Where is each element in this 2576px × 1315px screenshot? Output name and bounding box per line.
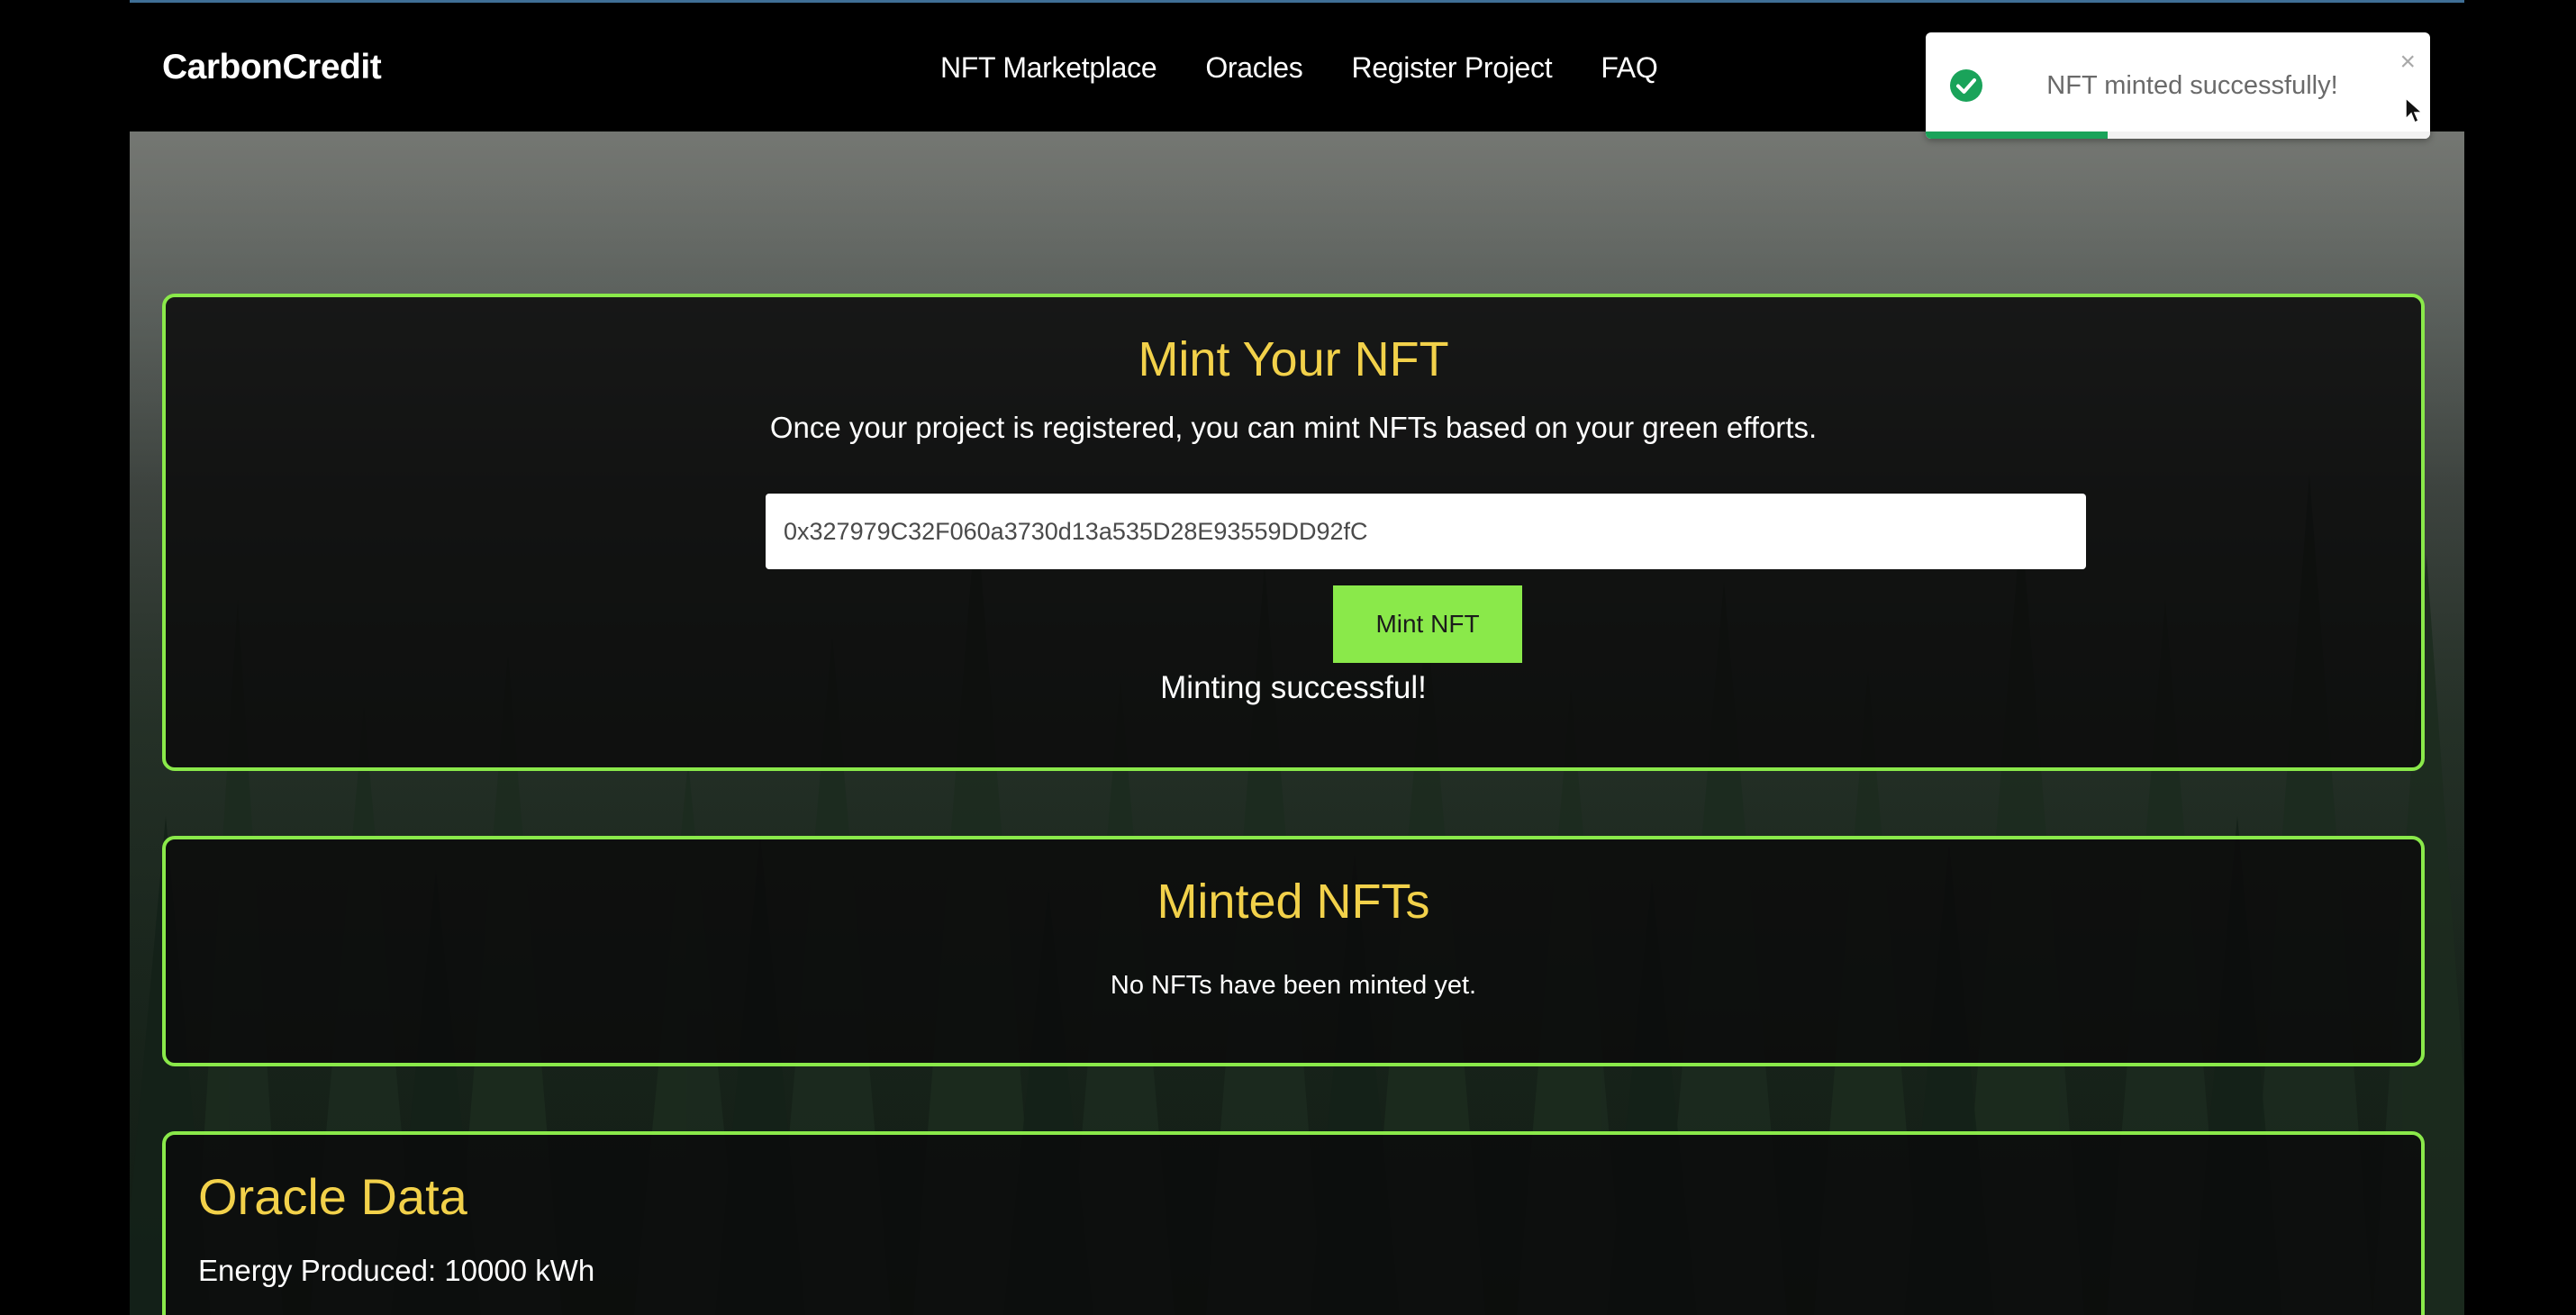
check-circle-icon [1950, 69, 1982, 102]
mint-status-message: Minting successful! [1160, 670, 1427, 705]
nav-links: NFT Marketplace Oracles Register Project… [940, 51, 1658, 85]
wallet-address-input[interactable] [766, 494, 2086, 569]
nav-link-faq[interactable]: FAQ [1601, 51, 1657, 85]
close-icon[interactable]: × [2399, 49, 2416, 76]
nav-link-register-project[interactable]: Register Project [1351, 51, 1552, 85]
mint-nft-button[interactable]: Mint NFT [1333, 585, 1522, 663]
mouse-cursor-icon [2405, 97, 2423, 124]
app-window: CarbonCredit NFT Marketplace Oracles Reg… [130, 0, 2464, 1315]
oracle-data-panel: Oracle Data Energy Produced: 10000 kWh [162, 1131, 2425, 1315]
nav-link-oracles[interactable]: Oracles [1205, 51, 1302, 85]
toast-message: NFT minted successfully! [2046, 71, 2338, 100]
nav-link-nft-marketplace[interactable]: NFT Marketplace [940, 51, 1157, 85]
toast-progress-track [1926, 132, 2430, 139]
minted-panel-title: Minted NFTs [1156, 875, 1430, 929]
minted-nfts-panel: Minted NFTs No NFTs have been minted yet… [162, 836, 2425, 1066]
mint-panel-subtitle: Once your project is registered, you can… [769, 411, 1818, 444]
mint-panel-title: Mint Your NFT [1138, 332, 1449, 386]
brand-logo[interactable]: CarbonCredit [162, 48, 382, 87]
oracle-panel-title: Oracle Data [198, 1168, 467, 1225]
minted-empty-message: No NFTs have been minted yet. [1110, 971, 1477, 1000]
mint-nft-panel: Mint Your NFT Once your project is regis… [162, 294, 2425, 771]
success-toast[interactable]: NFT minted successfully! × [1926, 32, 2430, 139]
toast-progress-bar [1926, 132, 2108, 139]
energy-produced-value: Energy Produced: 10000 kWh [198, 1254, 595, 1287]
